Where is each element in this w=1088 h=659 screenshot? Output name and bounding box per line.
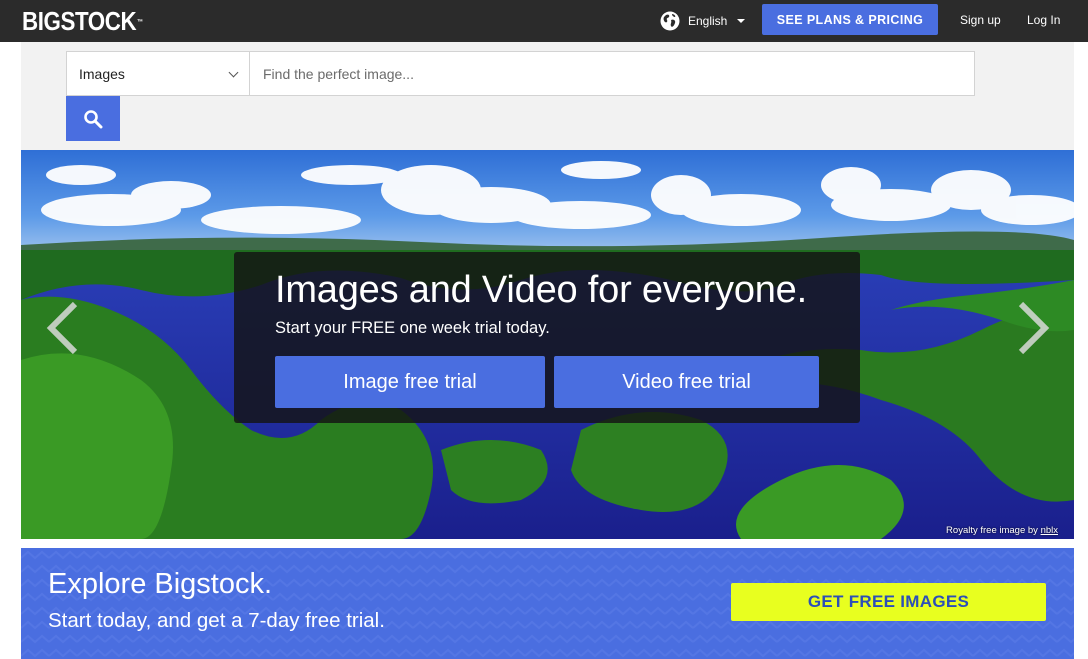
chevron-down-icon	[228, 67, 239, 78]
chevron-left-icon[interactable]	[43, 300, 83, 356]
logo-text: BIGSTOCK	[22, 6, 137, 36]
hero-subtitle: Start your FREE one week trial today.	[275, 319, 550, 337]
image-credit: Royalty free image by nblx	[946, 525, 1058, 536]
bigstock-logo[interactable]: BIGSTOCK™	[22, 6, 143, 36]
video-free-trial-button[interactable]: Video free trial	[554, 356, 819, 408]
see-plans-pricing-button[interactable]: SEE PLANS & PRICING	[762, 4, 938, 35]
login-link[interactable]: Log In	[1027, 13, 1060, 27]
hero-title: Images and Video for everyone.	[275, 269, 807, 311]
explore-subtitle: Start today, and get a 7-day free trial.	[48, 609, 385, 632]
language-label: English	[688, 14, 728, 28]
image-credit-prefix: Royalty free image by	[946, 525, 1038, 536]
top-bar: BIGSTOCK™ English SEE PLANS & PRICING Si…	[0, 0, 1088, 42]
search-type-select[interactable]: Images	[66, 51, 250, 96]
search-icon	[84, 109, 103, 128]
image-credit-author-link[interactable]: nblx	[1041, 525, 1058, 536]
search-input[interactable]	[249, 51, 975, 96]
get-free-images-button[interactable]: GET FREE IMAGES	[731, 583, 1046, 621]
signup-link[interactable]: Sign up	[960, 13, 1001, 27]
search-button[interactable]	[66, 96, 120, 141]
globe-icon	[660, 11, 680, 31]
language-selector[interactable]: English	[660, 10, 746, 32]
explore-banner: Explore Bigstock. Start today, and get a…	[21, 548, 1074, 659]
search-area: Images	[21, 42, 1074, 150]
explore-title: Explore Bigstock.	[48, 568, 273, 600]
caret-down-icon	[737, 19, 746, 23]
hero-carousel: Images and Video for everyone. Start you…	[21, 150, 1074, 539]
image-free-trial-button[interactable]: Image free trial	[275, 356, 545, 408]
hero-overlay-panel: Images and Video for everyone. Start you…	[234, 252, 860, 423]
logo-trademark: ™	[137, 19, 143, 26]
search-type-label: Images	[79, 65, 125, 82]
chevron-right-icon[interactable]	[1013, 300, 1053, 356]
